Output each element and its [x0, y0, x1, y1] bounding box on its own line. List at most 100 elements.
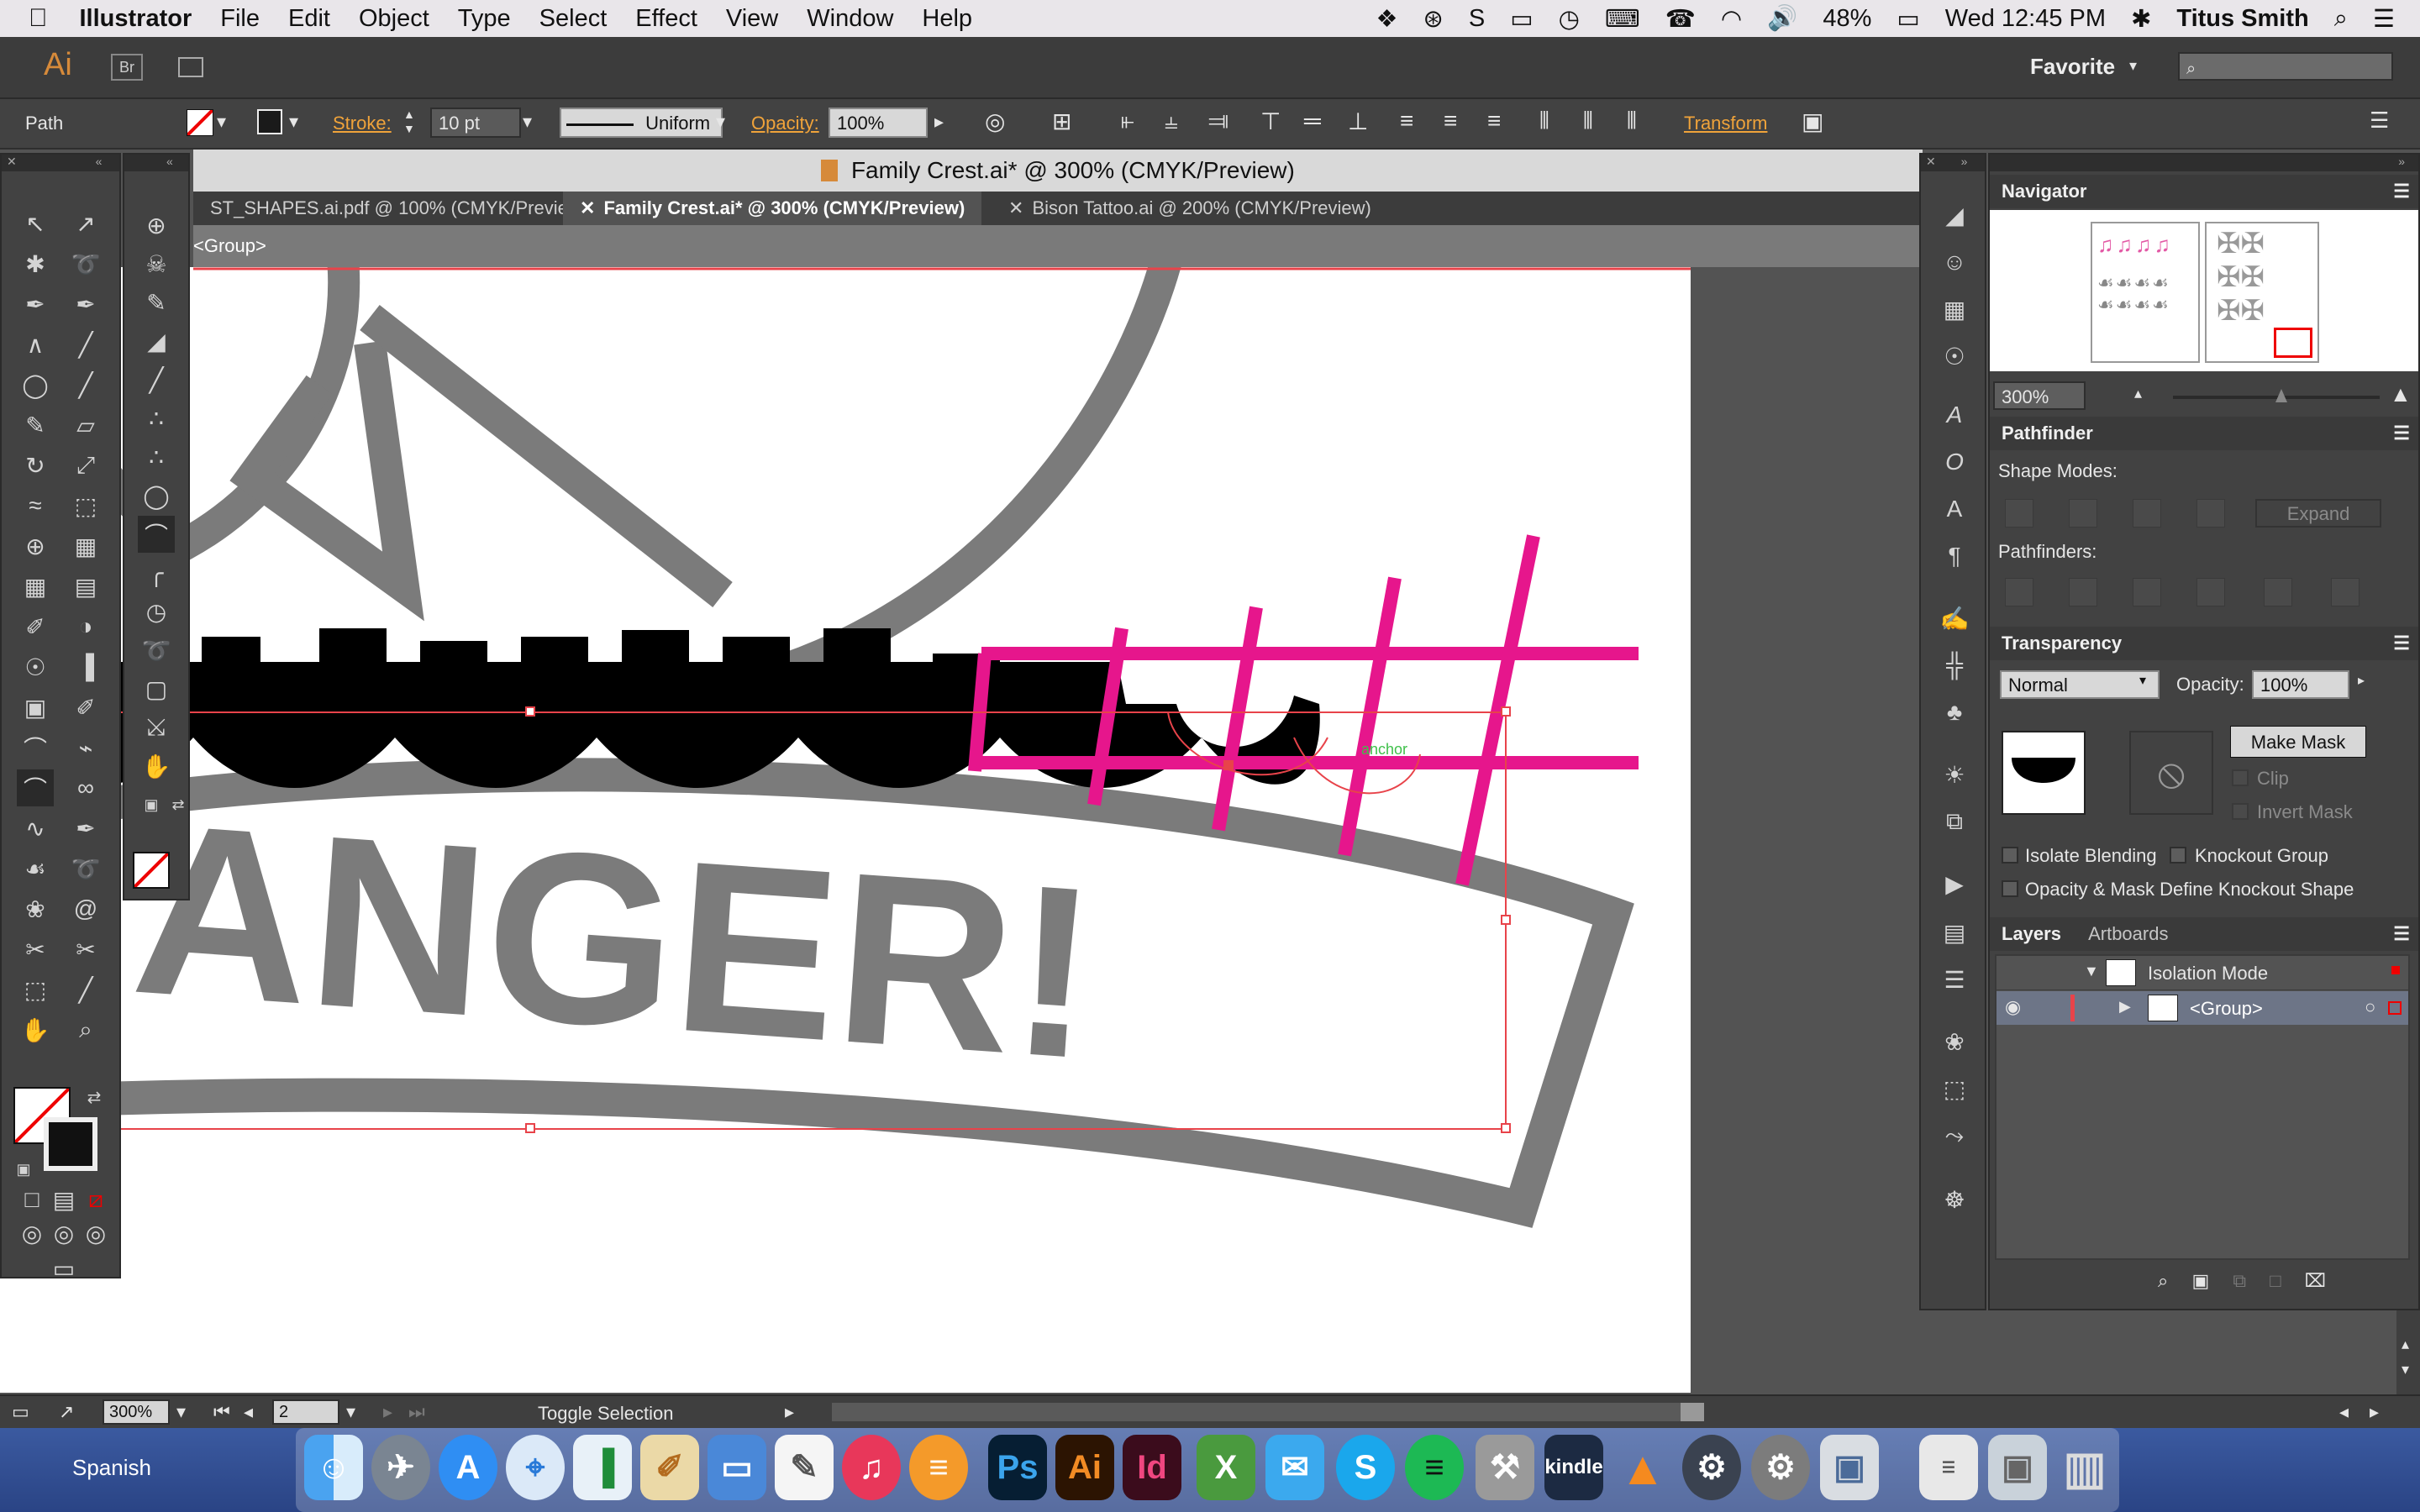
menu-file[interactable]: File: [220, 5, 260, 33]
target-icon[interactable]: [2391, 966, 2400, 974]
smooth-tool-icon[interactable]: ⌒: [17, 769, 54, 806]
align-right-icon[interactable]: ⫥: [1208, 108, 1228, 135]
status-menu-icon[interactable]: ▸: [785, 1401, 794, 1423]
dock-cydia[interactable]: ⚒: [1476, 1435, 1534, 1500]
profile-dropdown-icon[interactable]: ▾: [716, 111, 725, 133]
graphic-styles-icon[interactable]: ☉: [1936, 338, 1973, 375]
bridge-button[interactable]: Br: [111, 54, 143, 81]
actions-panel-icon[interactable]: ▶: [1936, 865, 1973, 902]
color-guide-icon[interactable]: ◢: [1936, 197, 1973, 234]
align-left-icon[interactable]: ⫦: [1121, 108, 1134, 135]
curvature-pen-icon[interactable]: ✒: [67, 286, 104, 323]
display-icon[interactable]: ▭: [1510, 4, 1533, 34]
menu-view[interactable]: View: [726, 5, 778, 33]
time-machine-icon[interactable]: ◷: [1559, 4, 1580, 34]
arrange-documents-icon[interactable]: [178, 57, 203, 77]
dock-image-capture[interactable]: ▣: [1820, 1435, 1879, 1500]
paintbrush-tool-icon[interactable]: ╱: [67, 366, 104, 403]
align-middle-icon[interactable]: ═: [1304, 108, 1321, 134]
dock-photos-folder[interactable]: ▣: [1988, 1435, 2047, 1500]
menu-clock[interactable]: Wed 12:45 PM: [1945, 5, 2106, 33]
make-clip-mask-icon[interactable]: ▣: [2191, 1270, 2209, 1291]
keyboard-icon[interactable]: ⌨: [1605, 4, 1640, 34]
tab-bison-tattoo[interactable]: ✕ Bison Tattoo.ai @ 200% (CMYK/Preview): [992, 192, 1388, 225]
align-top-icon[interactable]: ⊤: [1260, 108, 1281, 135]
gradient-panel-icon[interactable]: ▤: [1936, 914, 1973, 951]
menu-edit[interactable]: Edit: [288, 5, 330, 33]
tab-artboards[interactable]: Artboards: [2088, 923, 2168, 944]
expand-icon[interactable]: »: [1961, 155, 1968, 168]
dock-itunes[interactable]: ♫: [842, 1435, 901, 1500]
opacity-popup-icon[interactable]: ▸: [934, 111, 944, 133]
dock-vlc[interactable]: ▲: [1613, 1435, 1672, 1500]
search-input[interactable]: ⌕: [2178, 52, 2393, 81]
trash-icon[interactable]: ⌧: [2305, 1270, 2326, 1291]
spotlight-icon[interactable]: ⌕: [2334, 5, 2348, 33]
symbol-sprayer-tool-icon[interactable]: ☉: [17, 648, 54, 685]
menu-effect[interactable]: Effect: [635, 5, 697, 33]
panel-menu-icon[interactable]: ☰: [2393, 417, 2410, 450]
opacity-mask-knockout-checkbox[interactable]: [2002, 880, 2018, 897]
blend-mode-select[interactable]: Normal: [2000, 670, 2160, 699]
panel-menu-icon[interactable]: ☰: [2393, 917, 2410, 951]
pen-tool-icon[interactable]: ✒: [17, 286, 54, 323]
isolate-selected-icon[interactable]: ▣: [1802, 108, 1823, 135]
close-icon[interactable]: ✕: [1008, 197, 1023, 218]
rotate-tool-icon[interactable]: ↻: [17, 447, 54, 484]
scroll-right-icon[interactable]: ▸: [2370, 1401, 2379, 1423]
circle-outline-icon[interactable]: ◯: [138, 477, 175, 514]
share-icon[interactable]: ↗: [59, 1401, 74, 1423]
collapse-icon[interactable]: «: [166, 155, 173, 168]
vertical-scrollbar[interactable]: ▴ ▾: [2396, 1310, 2420, 1394]
warp-tool-icon[interactable]: ☙: [17, 850, 54, 887]
dock-skype[interactable]: S: [1336, 1435, 1395, 1500]
collapse-icon[interactable]: »: [2398, 155, 2405, 168]
canvas-area[interactable]: ANGER! anchor: [0, 267, 1691, 1393]
creative-cloud-icon[interactable]: ⊛: [1423, 4, 1444, 34]
arc-alt-icon[interactable]: ⌒: [138, 516, 175, 553]
column-graph-tool-icon[interactable]: ▐: [67, 648, 104, 685]
frame-icon[interactable]: ▢: [138, 670, 175, 707]
knockout-group-checkbox[interactable]: [2170, 847, 2186, 864]
dock-spotify[interactable]: ≡: [1405, 1435, 1464, 1500]
stroke-weight-dropdown-icon[interactable]: ▾: [523, 111, 532, 133]
artboard-tool-icon[interactable]: ▣: [17, 689, 54, 726]
last-artboard-icon[interactable]: ⏭: [408, 1401, 425, 1423]
align-bottom-icon[interactable]: ⊥: [1348, 108, 1368, 135]
outline-button[interactable]: [2264, 578, 2292, 606]
phone-icon[interactable]: ☎: [1665, 4, 1696, 34]
zoom-out-icon[interactable]: ▴: [2134, 385, 2142, 402]
none-mode-icon[interactable]: ⧄: [77, 1181, 114, 1218]
object-thumbnail[interactable]: [2002, 731, 2086, 815]
stroke-color-swatch[interactable]: [44, 1117, 97, 1171]
glyphs-panel-icon[interactable]: A: [1936, 491, 1973, 528]
panel-menu-icon[interactable]: ☰: [2393, 627, 2410, 660]
transform-panel-icon[interactable]: ⬚: [1936, 1070, 1973, 1107]
battery-percent[interactable]: 48%: [1823, 5, 1871, 33]
merge-button[interactable]: [2133, 578, 2161, 606]
menu-user[interactable]: Titus Smith: [2176, 5, 2308, 33]
dock-indesign[interactable]: Id: [1123, 1435, 1181, 1500]
bluetooth-icon[interactable]: ✱: [2131, 4, 2151, 34]
eye-icon[interactable]: ◉: [2005, 996, 2021, 1018]
align-to-icon[interactable]: ⊞: [1052, 108, 1071, 135]
dock-keynote[interactable]: ▭: [708, 1435, 766, 1500]
flyout-fill-swatch[interactable]: [133, 852, 170, 889]
scale-tool-icon[interactable]: ⤢: [67, 447, 104, 484]
dock-steam[interactable]: ⚙: [1682, 1435, 1741, 1500]
scissors-tool-icon[interactable]: ✂: [67, 931, 104, 968]
exclude-button[interactable]: [2196, 499, 2225, 528]
navigator-preview[interactable]: ♫♫♫♫ ☙☙☙☙ ☙☙☙☙ ✠✠ ✠✠ ✠✠: [1990, 210, 2418, 371]
spiral-tool-icon[interactable]: @: [67, 890, 104, 927]
paragraph-panel-icon[interactable]: ¶: [1936, 538, 1973, 575]
new-layer-icon[interactable]: □: [2270, 1270, 2281, 1291]
status-zoom-input[interactable]: 300%: [103, 1399, 170, 1425]
transparency-header[interactable]: Transparency ☰: [1990, 627, 2418, 660]
stroke-dropdown-icon[interactable]: ▾: [289, 111, 298, 133]
distribute-top-icon[interactable]: ≡: [1400, 108, 1413, 134]
arc-tool-alt-icon[interactable]: ╭: [138, 554, 175, 591]
align-panel-icon[interactable]: ╬: [1936, 647, 1973, 684]
trim-button[interactable]: [2069, 578, 2097, 606]
stroke-panel-icon[interactable]: ☰: [1936, 961, 1973, 998]
zoom-tool-icon[interactable]: ⌕: [67, 1011, 104, 1048]
